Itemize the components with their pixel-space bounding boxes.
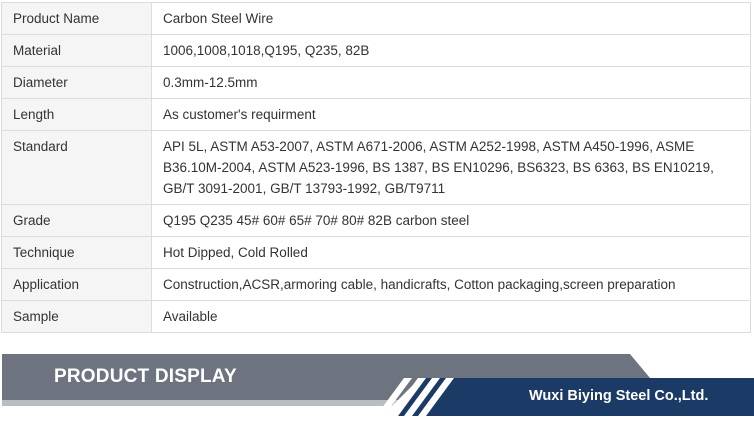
table-row: Grade Q195 Q235 45# 60# 65# 70# 80# 82B … [1,204,751,237]
row-label: Application [1,268,152,301]
row-value: Construction,ACSR,armoring cable, handic… [151,268,751,301]
row-value: Hot Dipped, Cold Rolled [151,236,751,269]
table-row: Technique Hot Dipped, Cold Rolled [1,236,751,269]
table-row: Application Construction,ACSR,armoring c… [1,268,751,301]
row-label: Grade [1,204,152,237]
section-title: PRODUCT DISPLAY [54,366,237,387]
table-row: Sample Available [1,300,751,333]
row-label: Sample [1,300,152,333]
row-label: Product Name [1,2,152,35]
row-label: Diameter [1,66,152,99]
row-value: API 5L, ASTM A53-2007, ASTM A671-2006, A… [151,130,751,205]
table-row: Product Name Carbon Steel Wire [1,2,751,35]
row-value: 1006,1008,1018,Q195, Q235, 82B [151,34,751,67]
row-label: Material [1,34,152,67]
table-row: Standard API 5L, ASTM A53-2007, ASTM A67… [1,130,751,205]
row-label: Standard [1,130,152,205]
row-value: As customer's requirment [151,98,751,131]
banner-shadow [2,400,398,406]
company-name: Wuxi Biying Steel Co.,Ltd. [529,388,709,404]
product-display-banner: PRODUCT DISPLAY Wuxi Biying Steel Co.,Lt… [0,354,754,422]
table-row: Material 1006,1008,1018,Q195, Q235, 82B [1,34,751,67]
row-label: Technique [1,236,152,269]
row-value: Carbon Steel Wire [151,2,751,35]
row-label: Length [1,98,152,131]
table-row: Length As customer's requirment [1,98,751,131]
product-spec-table: Product Name Carbon Steel Wire Material … [1,2,751,333]
row-value: Available [151,300,751,333]
row-value: Q195 Q235 45# 60# 65# 70# 80# 82B carbon… [151,204,751,237]
row-value: 0.3mm-12.5mm [151,66,751,99]
table-row: Diameter 0.3mm-12.5mm [1,66,751,99]
